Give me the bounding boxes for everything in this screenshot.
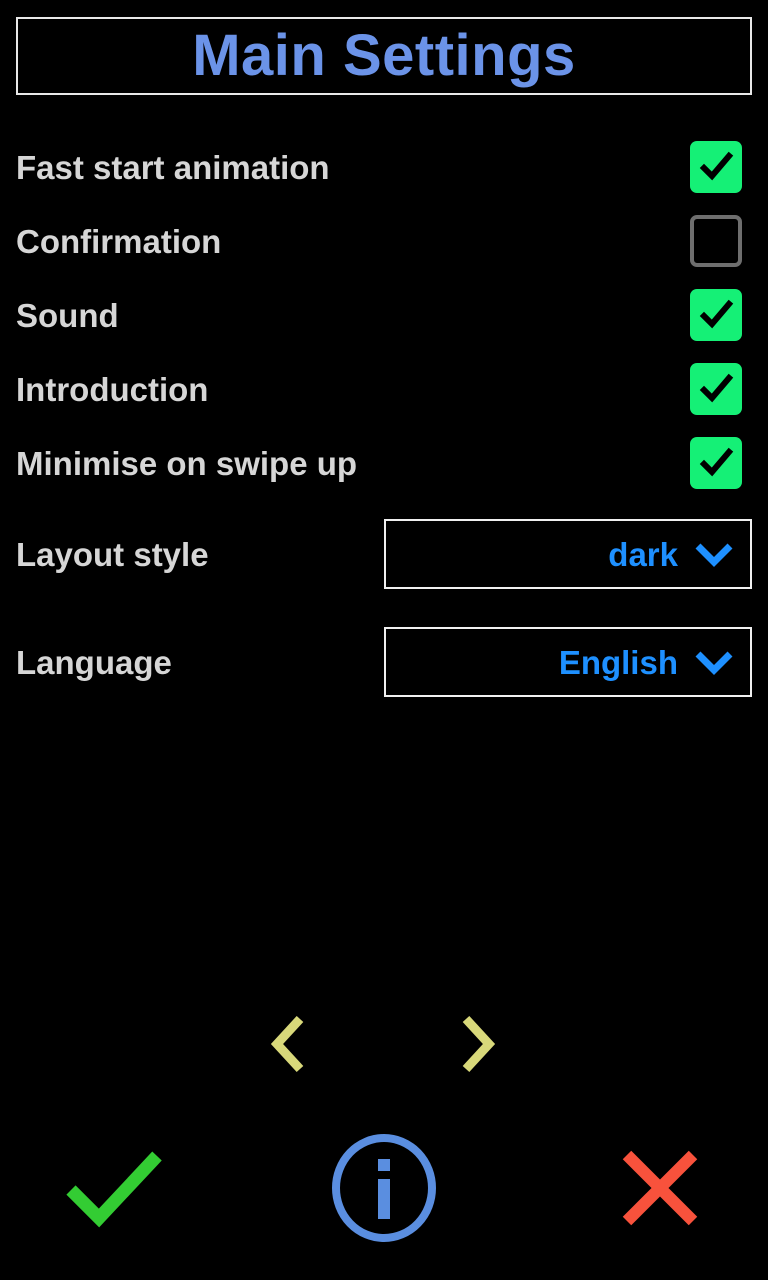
settings-screen: Main Settings Fast start animation Confi… [0, 0, 768, 1280]
title-bar: Main Settings [16, 17, 752, 95]
checkbox-fast-start-animation[interactable] [690, 141, 742, 193]
checkbox-confirmation[interactable] [690, 215, 742, 267]
settings-label: Layout style [16, 535, 209, 573]
settings-row-confirmation[interactable]: Confirmation [0, 204, 768, 278]
settings-label: Fast start animation [16, 148, 330, 186]
check-mark-icon [699, 299, 734, 329]
page-title: Main Settings [192, 23, 576, 88]
check-mark-icon [699, 373, 734, 403]
check-mark-icon [699, 447, 734, 477]
settings-list: Fast start animation Confirmation Sound … [0, 130, 768, 716]
previous-page-button[interactable] [260, 1012, 320, 1076]
check-icon [66, 1151, 162, 1228]
settings-label: Introduction [16, 370, 209, 408]
dropdown-language[interactable]: English [384, 627, 752, 697]
checkbox-sound[interactable] [690, 289, 742, 341]
checkbox-introduction[interactable] [690, 363, 742, 415]
settings-label: Sound [16, 296, 119, 334]
next-page-button[interactable] [446, 1012, 506, 1076]
settings-row-minimise-on-swipe-up[interactable]: Minimise on swipe up [0, 426, 768, 500]
settings-label: Confirmation [16, 222, 222, 260]
check-mark-icon [699, 151, 734, 181]
settings-row-language[interactable]: Language English [0, 608, 768, 716]
dropdown-layout-style[interactable]: dark [384, 519, 752, 589]
chevron-down-icon[interactable] [694, 649, 734, 675]
settings-label: Language [16, 643, 172, 681]
confirm-button[interactable] [44, 1128, 184, 1248]
action-bar [0, 1128, 768, 1248]
settings-label: Minimise on swipe up [16, 444, 358, 482]
info-circle-icon [332, 1134, 436, 1242]
pager-controls [0, 1012, 768, 1076]
dropdown-value: English [558, 643, 678, 681]
settings-row-introduction[interactable]: Introduction [0, 352, 768, 426]
info-button[interactable] [314, 1128, 454, 1248]
checkbox-minimise-on-swipe-up[interactable] [690, 437, 742, 489]
chevron-left-icon [270, 1015, 304, 1073]
dropdown-value: dark [608, 535, 678, 573]
chevron-right-icon [462, 1015, 496, 1073]
settings-row-sound[interactable]: Sound [0, 278, 768, 352]
settings-row-fast-start-animation[interactable]: Fast start animation [0, 130, 768, 204]
close-x-icon [622, 1150, 698, 1226]
cancel-button[interactable] [590, 1128, 730, 1248]
settings-row-layout-style[interactable]: Layout style dark [0, 500, 768, 608]
chevron-down-icon[interactable] [694, 541, 734, 567]
